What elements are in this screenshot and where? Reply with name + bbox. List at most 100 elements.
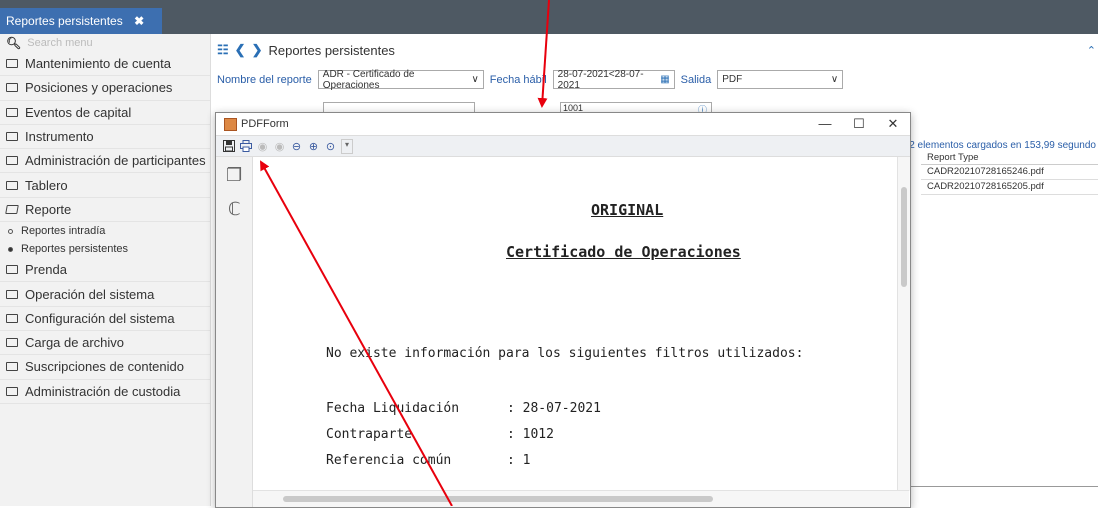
maximize-button[interactable]: ☐	[842, 113, 876, 135]
date-range-input[interactable]: 28-07-2021<28-07-2021 ▦	[552, 68, 675, 91]
sidebar-item-reporte[interactable]: Reporte	[0, 198, 210, 223]
folder-icon	[6, 313, 18, 323]
date-label: Fecha hábil	[489, 73, 547, 86]
search-icon: 🔍︎	[6, 36, 22, 50]
folder-icon	[6, 132, 18, 142]
sidebar-item-label: Eventos de capital	[25, 104, 132, 120]
folder-icon	[6, 156, 18, 166]
doc-title-original: ORIGINAL	[591, 201, 664, 219]
sidebar-item-label: Configuración del sistema	[25, 310, 175, 326]
breadcrumb: ☷ ❮ ❯ Reportes persistentes	[217, 42, 395, 58]
minimize-button[interactable]: —	[808, 113, 842, 135]
filter-bar: Nombre del reporte ADR - Certificado de …	[217, 68, 844, 91]
sidebar-item-operacion[interactable]: Operación del sistema	[0, 282, 210, 307]
tab-close-icon[interactable]: ✖	[134, 14, 144, 28]
forward-icon[interactable]: ❯	[252, 42, 263, 58]
chevron-down-icon: ∨	[830, 74, 839, 85]
doc-field-label: Fecha Liquidación	[326, 401, 460, 416]
sidebar-item-label: Operación del sistema	[25, 286, 155, 302]
sidebar-item-label: Tablero	[25, 177, 68, 193]
sidebar: 🔍︎ Search menu Mantenimiento de cuenta P…	[0, 34, 211, 506]
sidebar-item-label: Administración de participantes	[25, 153, 206, 169]
status-text: 2 elementos cargados en 153,99 segundo	[909, 140, 1096, 151]
doc-field-value: : 1	[507, 453, 531, 468]
sidebar-item-carga[interactable]: Carga de archivo	[0, 331, 210, 356]
sidebar-item-mantenimiento[interactable]: Mantenimiento de cuenta	[0, 52, 210, 77]
zoom-out-icon[interactable]: ⊖	[290, 140, 303, 153]
divider	[911, 486, 1098, 487]
sidebar-item-label: Carga de archivo	[25, 335, 124, 351]
tab-reportes-persistentes[interactable]: Reportes persistentes ✖ +	[0, 8, 162, 55]
collapse-icon[interactable]: ⌃	[1087, 44, 1096, 57]
toolbar-dropdown[interactable]: ▾	[341, 138, 353, 154]
sidebar-item-tablero[interactable]: Tablero	[0, 173, 210, 198]
sitemap-icon[interactable]: ☷	[217, 42, 229, 58]
sidebar-item-label: Posiciones y operaciones	[25, 80, 173, 96]
grid-header[interactable]: Report Type	[921, 152, 1098, 165]
folder-icon	[6, 180, 18, 190]
sidebar-item-eventos[interactable]: Eventos de capital	[0, 101, 210, 125]
report-name-select[interactable]: ADR - Certificado de Operaciones ∨	[317, 68, 484, 91]
sidebar-item-custodia[interactable]: Administración de custodia	[0, 380, 210, 404]
bullet-icon	[8, 246, 13, 252]
sidebar-subitem-persistentes[interactable]: Reportes persistentes	[0, 240, 210, 258]
sidebar-item-label: Mantenimiento de cuenta	[25, 56, 171, 72]
print-icon[interactable]	[239, 140, 252, 153]
calendar-icon[interactable]: ▦	[660, 74, 669, 85]
sidebar-subitem-intradia[interactable]: Reportes intradía	[0, 222, 210, 240]
scroll-thumb[interactable]	[283, 496, 713, 502]
folder-icon	[6, 289, 18, 299]
pdf-toolbar: ◉ ◉ ⊖ ⊕ ⊙ ▾	[216, 135, 910, 157]
sidebar-item-prenda[interactable]: Prenda	[0, 258, 210, 283]
sidebar-item-participantes[interactable]: Administración de participantes	[0, 149, 210, 174]
sidebar-subitem-label: Reportes persistentes	[21, 243, 128, 256]
sidebar-item-label: Instrumento	[25, 129, 94, 145]
folder-icon	[6, 265, 18, 275]
sidebar-item-label: Prenda	[25, 262, 67, 278]
output-select[interactable]: PDF ∨	[717, 70, 844, 89]
back-icon[interactable]: ❮	[235, 42, 246, 58]
zoom-in-icon[interactable]: ⊕	[307, 140, 320, 153]
table-row[interactable]: CADR20210728165246.pdf	[921, 165, 1098, 180]
sidebar-item-suscripciones[interactable]: Suscripciones de contenido	[0, 355, 210, 380]
folder-icon	[6, 59, 18, 69]
bullet-icon	[8, 228, 13, 234]
pdf-side-panel: ❐ ℂ	[216, 157, 253, 507]
close-button[interactable]: ✕	[876, 113, 910, 135]
folder-icon	[6, 107, 18, 117]
table-row[interactable]: CADR20210728165205.pdf	[921, 180, 1098, 195]
pdf-document-view[interactable]: ORIGINAL Certificado de Operaciones No e…	[253, 157, 897, 491]
vertical-scrollbar[interactable]	[897, 157, 910, 491]
sidebar-item-posiciones[interactable]: Posiciones y operaciones	[0, 76, 210, 101]
attachment-icon[interactable]: ℂ	[228, 199, 241, 220]
doc-field-label: Contraparte	[326, 427, 413, 442]
next-page-icon[interactable]: ◉	[273, 140, 286, 153]
scroll-thumb[interactable]	[901, 187, 907, 287]
page-title: Reportes persistentes	[268, 42, 395, 58]
pages-icon[interactable]: ❐	[226, 165, 242, 186]
output-label: Salida	[680, 73, 712, 86]
sidebar-item-instrumento[interactable]: Instrumento	[0, 125, 210, 150]
date-range-value: 28-07-2021<28-07-2021	[557, 68, 644, 91]
window-controls: — ☐ ✕	[808, 113, 910, 135]
folder-open-icon	[5, 204, 19, 214]
doc-field-value: : 1012	[507, 427, 554, 442]
dialog-titlebar[interactable]: PDFForm — ☐ ✕	[216, 113, 910, 135]
horizontal-scrollbar[interactable]	[253, 490, 909, 507]
tab-label: Reportes persistentes	[6, 14, 123, 28]
previous-page-icon[interactable]: ◉	[256, 140, 269, 153]
report-name-value: ADR - Certificado de Operaciones	[322, 68, 415, 91]
chevron-down-icon: ∨	[471, 74, 479, 85]
save-icon[interactable]	[222, 140, 235, 153]
doc-field-label: Referencia común	[326, 453, 452, 468]
search-input[interactable]: Search menu	[27, 37, 92, 49]
search-menu[interactable]: 🔍︎ Search menu	[0, 34, 210, 52]
results-grid: Report Type CADR20210728165246.pdf CADR2…	[921, 152, 1098, 195]
top-bar: Reportes persistentes ✖ +	[0, 0, 1098, 55]
report-name-label: Nombre del reporte	[217, 73, 312, 86]
sidebar-item-configuracion[interactable]: Configuración del sistema	[0, 307, 210, 331]
sidebar-item-label: Suscripciones de contenido	[25, 359, 184, 375]
zoom-options-icon[interactable]: ⊙	[324, 140, 337, 153]
output-value: PDF	[722, 74, 743, 85]
doc-message: No existe información para los siguiente…	[326, 346, 804, 361]
